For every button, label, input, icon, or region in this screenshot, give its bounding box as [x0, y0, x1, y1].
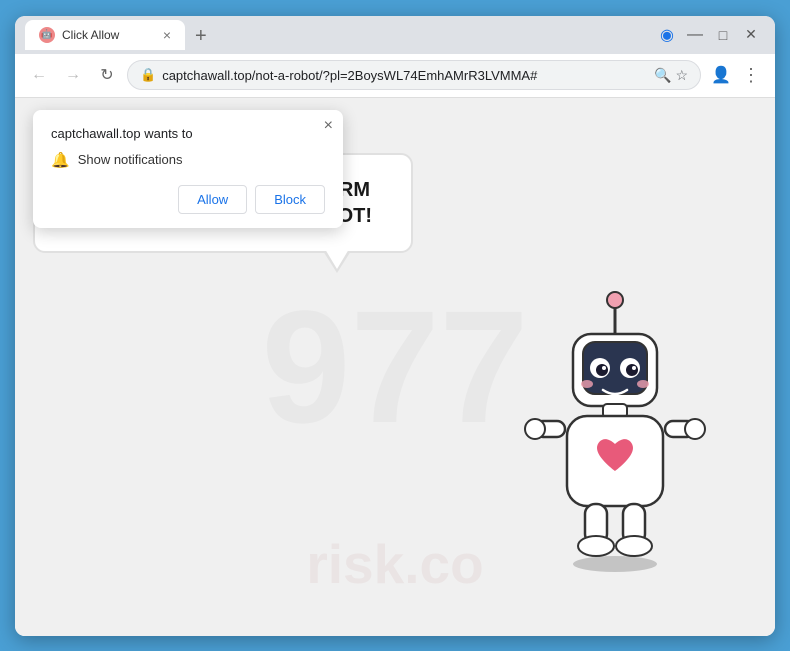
address-text: captchawall.top/not-a-robot/?pl=2BoysWL7… — [162, 68, 648, 83]
tab-favicon: 🤖 — [39, 27, 55, 43]
popup-notification-label: Show notifications — [78, 152, 183, 167]
tab-bar: 🤖 Click Allow × + — [25, 20, 645, 50]
window-controls: ◉ — □ ✕ — [653, 21, 765, 49]
minimize-button[interactable]: — — [681, 21, 709, 49]
lock-icon: 🔒 — [140, 67, 156, 83]
block-button[interactable]: Block — [255, 185, 325, 214]
bg-number: 977 — [262, 287, 529, 447]
account-icon[interactable]: 👤 — [707, 61, 735, 89]
bell-icon: 🔔 — [51, 151, 70, 169]
browser-window: 🤖 Click Allow × + ◉ — □ ✕ ← → ↻ 🔒 captch… — [15, 16, 775, 636]
robot-character — [515, 286, 715, 606]
popup-buttons: Allow Block — [51, 185, 325, 214]
active-tab[interactable]: 🤖 Click Allow × — [25, 20, 185, 50]
address-icons: 🔍 ☆ — [654, 67, 688, 84]
popup-title: captchawall.top wants to — [51, 126, 325, 141]
bookmark-icon[interactable]: ☆ — [675, 67, 688, 84]
tab-title: Click Allow — [62, 28, 156, 42]
browser-content: 977 risk.co × captchawall.top wants to 🔔… — [15, 98, 775, 636]
address-bar[interactable]: 🔒 captchawall.top/not-a-robot/?pl=2BoysW… — [127, 60, 701, 90]
toolbar-right: 👤 ⋮ — [707, 61, 765, 89]
reload-button[interactable]: ↻ — [93, 61, 121, 89]
vpn-icon[interactable]: ◉ — [653, 21, 681, 49]
popup-notification-row: 🔔 Show notifications — [51, 151, 325, 169]
back-button[interactable]: ← — [25, 61, 53, 89]
menu-icon[interactable]: ⋮ — [737, 61, 765, 89]
tab-close-button[interactable]: × — [163, 28, 171, 42]
forward-button[interactable]: → — [59, 61, 87, 89]
bg-risk-watermark: risk.co — [306, 532, 483, 596]
maximize-button[interactable]: □ — [709, 21, 737, 49]
toolbar: ← → ↻ 🔒 captchawall.top/not-a-robot/?pl=… — [15, 54, 775, 98]
notification-popup: × captchawall.top wants to 🔔 Show notifi… — [33, 110, 343, 228]
new-tab-button[interactable]: + — [185, 25, 217, 48]
popup-close-button[interactable]: × — [324, 118, 333, 134]
allow-button[interactable]: Allow — [178, 185, 247, 214]
close-button[interactable]: ✕ — [737, 21, 765, 49]
search-icon[interactable]: 🔍 — [654, 67, 671, 84]
title-bar: 🤖 Click Allow × + ◉ — □ ✕ — [15, 16, 775, 54]
